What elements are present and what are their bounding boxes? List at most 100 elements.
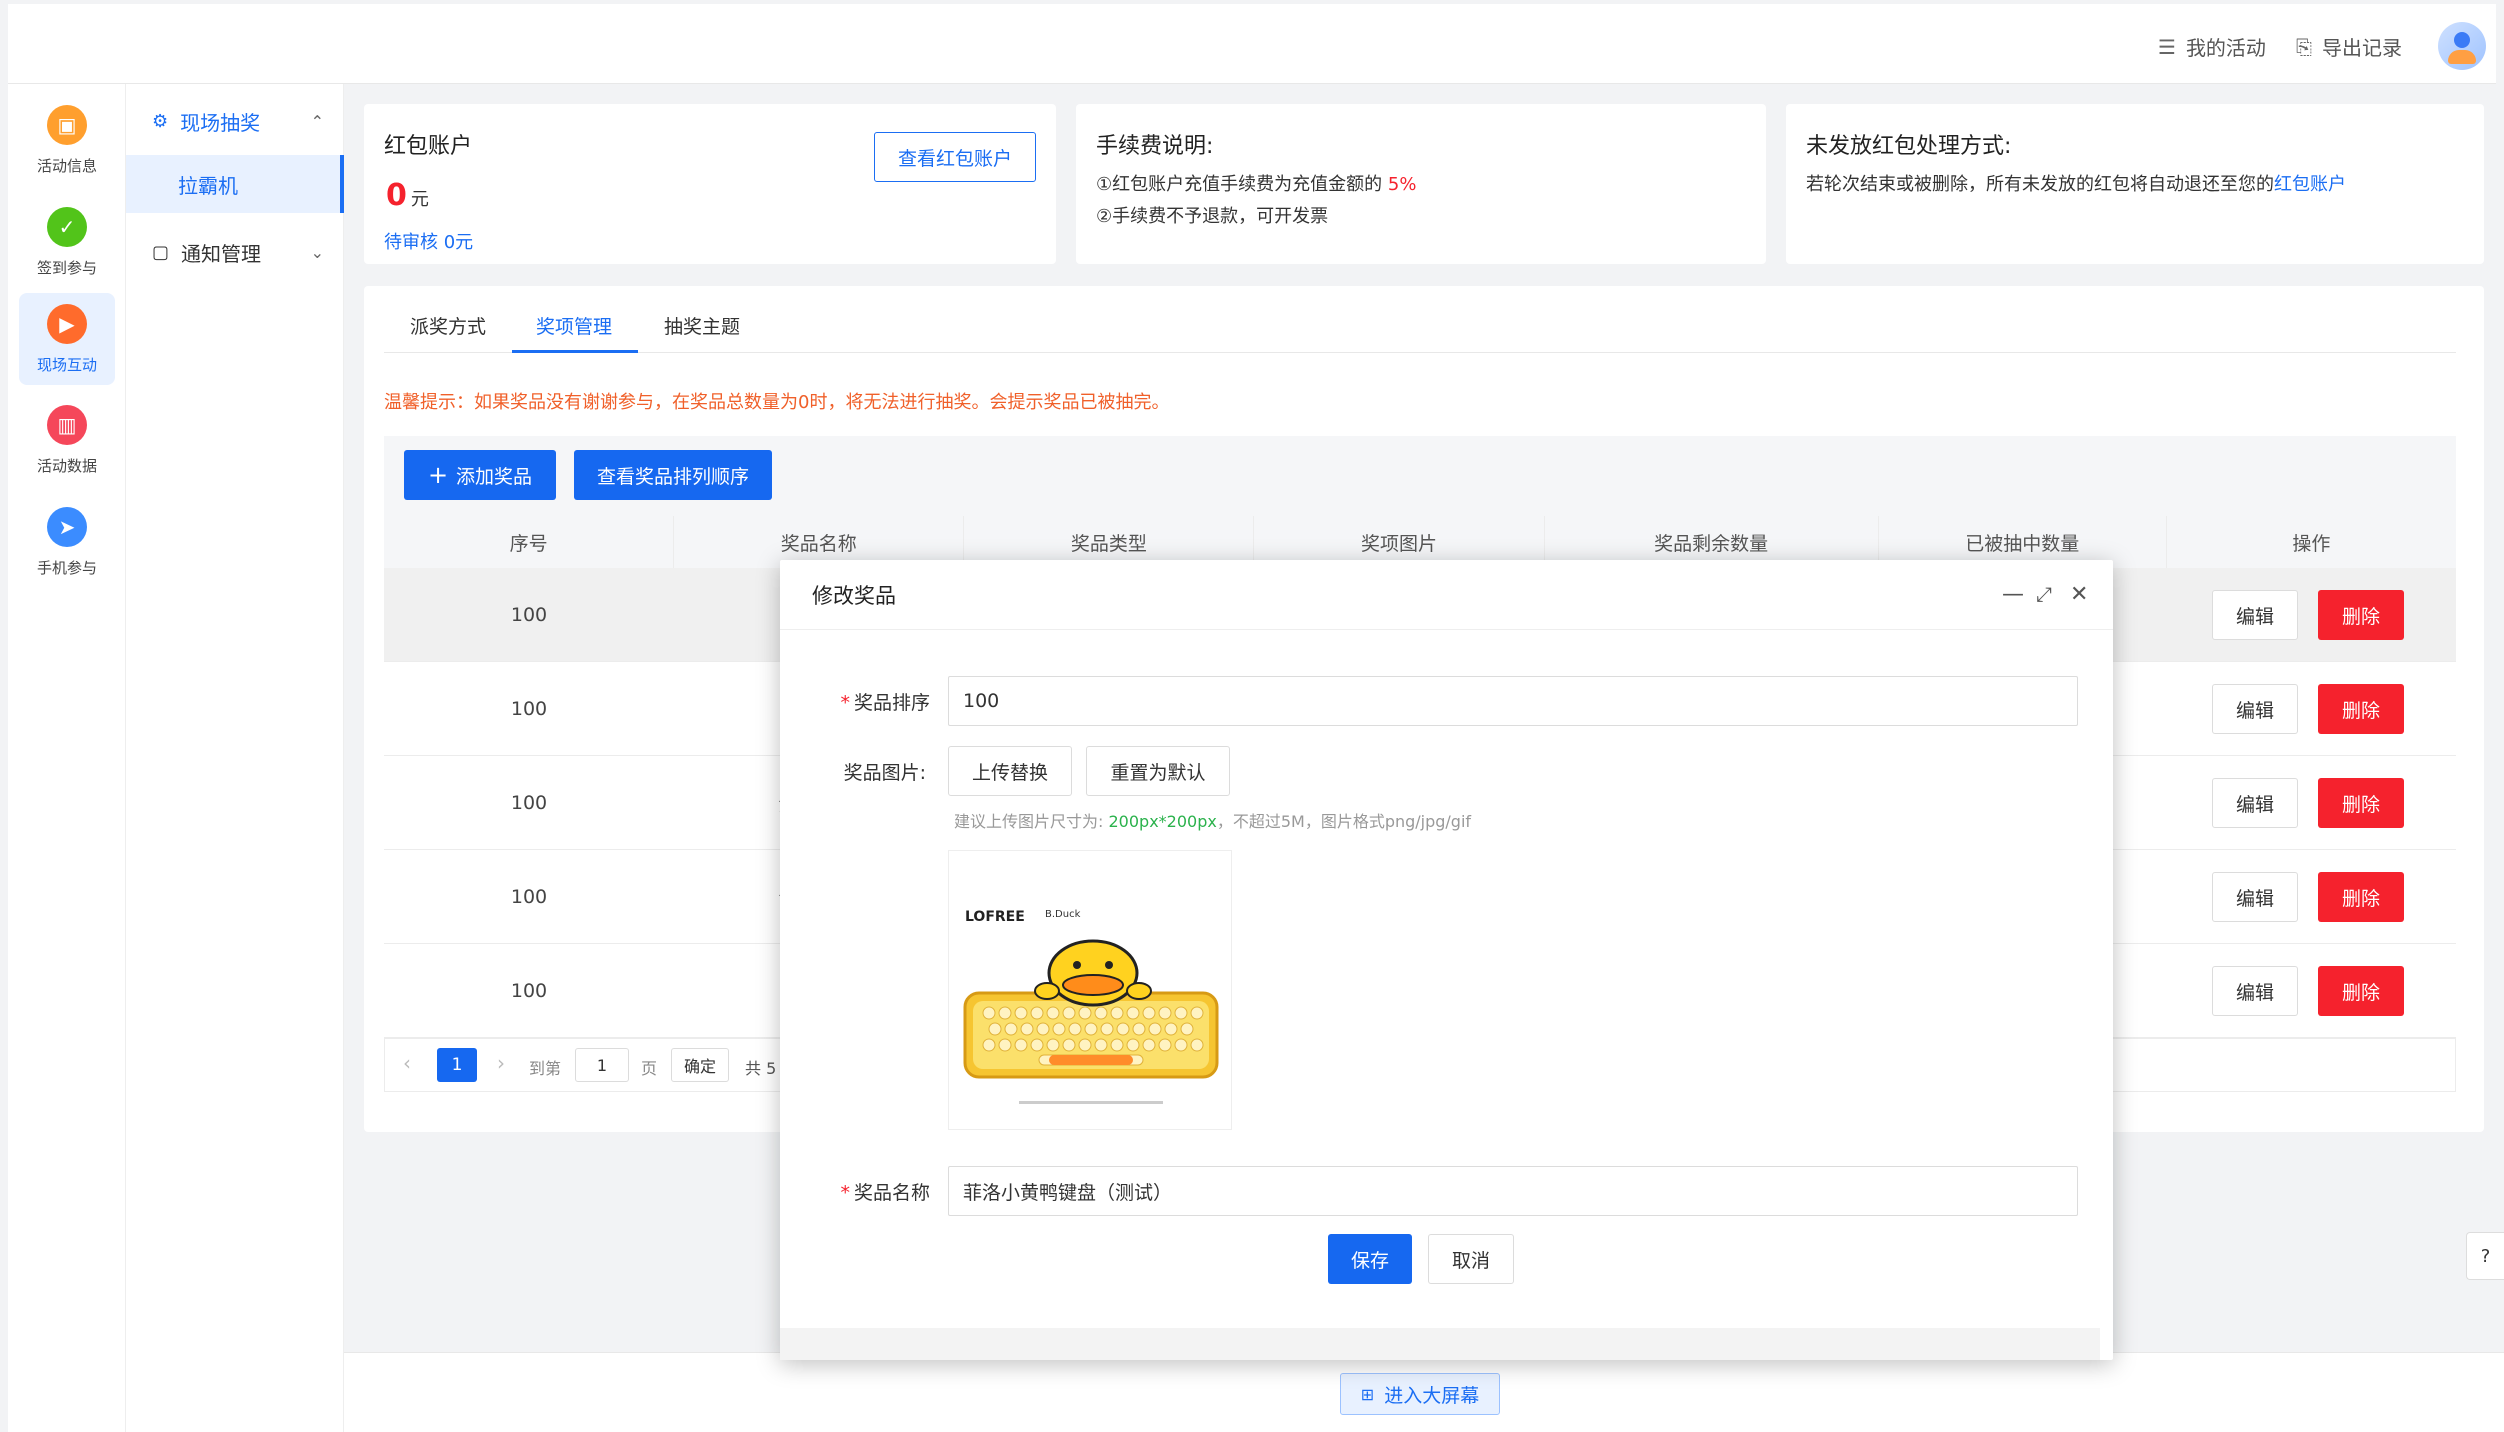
- edit-prize-modal: 修改奖品 — ⤢ ✕ * 奖品排序 100 奖品图片: 上传替换 重置为默认 建议…: [780, 560, 2113, 1360]
- hint-suffix: ，不超过5M，图片格式png/jpg/gif: [1216, 812, 1472, 831]
- chevron-down-icon: ⌄: [310, 242, 324, 262]
- order-label: * 奖品排序: [840, 692, 930, 714]
- cell-seq: 100: [510, 980, 548, 1002]
- upload-replace-button[interactable]: 上传替换: [948, 746, 1072, 796]
- col-actions: 操作: [2292, 532, 2331, 555]
- view-order-button[interactable]: 查看奖品排列顺序: [574, 450, 772, 500]
- help-icon[interactable]: ?: [2466, 1232, 2504, 1280]
- red-packet-account-card: 红包账户 0 元 待审核 0元 查看红包账户: [364, 104, 1056, 264]
- rail-item-checkin[interactable]: ✓ 签到参与: [19, 196, 115, 288]
- secondary-menu: ⚙ 现场抽奖 ⌃ 拉霸机 ▢ 通知管理 ⌄: [126, 84, 344, 1432]
- total-count: 共 5: [745, 1059, 777, 1078]
- plus-icon: +: [427, 461, 449, 489]
- account-amount: 0 元: [386, 178, 429, 213]
- card-icon: ▣: [47, 104, 87, 145]
- enter-big-screen-button[interactable]: ⊞ 进入大屏幕: [1340, 1373, 1500, 1415]
- brand2-text: B.Duck: [1045, 909, 1081, 920]
- card-title: 红包账户: [384, 134, 473, 159]
- rail-item-live-interaction[interactable]: ▶ 现场互动: [19, 293, 115, 385]
- menu-group-label: 现场抽奖: [180, 110, 261, 135]
- name-label: * 奖品名称: [840, 1182, 930, 1204]
- prev-page-icon[interactable]: ‹: [403, 1051, 411, 1075]
- my-activity-link[interactable]: ☰ 我的活动: [2158, 32, 2266, 61]
- delete-button[interactable]: 删除: [2318, 966, 2404, 1016]
- save-button[interactable]: 保存: [1328, 1234, 1412, 1284]
- delete-button[interactable]: 删除: [2318, 684, 2404, 734]
- fee-line-1-text: ①红包账户充值手续费为充值金额的: [1096, 174, 1383, 195]
- rail-label: 签到参与: [36, 258, 97, 277]
- chevron-up-icon: ⌃: [310, 111, 324, 131]
- page-unit: 页: [641, 1059, 658, 1078]
- footer-bar: ⊞ 进入大屏幕: [344, 1352, 2504, 1432]
- image-label: 奖品图片:: [843, 762, 926, 784]
- cancel-button[interactable]: 取消: [1428, 1234, 1514, 1284]
- goto-page-input[interactable]: 1: [575, 1048, 629, 1082]
- checkin-icon: ✓: [47, 206, 87, 247]
- goto-confirm-button[interactable]: 确定: [671, 1048, 729, 1082]
- red-packet-account-link[interactable]: 红包账户: [2274, 174, 2346, 195]
- undistributed-card: 未发放红包处理方式: 若轮次结束或被删除，所有未发放的红包将自动退还至您的红包账…: [1786, 104, 2484, 264]
- rail-item-mobile[interactable]: ➤ 手机参与: [19, 496, 115, 588]
- delete-button[interactable]: 删除: [2318, 590, 2404, 640]
- goto-label: 到第: [529, 1059, 562, 1078]
- warning-tip: 温馨提示：如果奖品没有谢谢参与，在奖品总数量为0时，将无法进行抽奖。会提示奖品已…: [384, 392, 1170, 413]
- paper-plane-icon: ➤: [47, 506, 87, 547]
- notification-icon: ▢: [152, 241, 170, 263]
- icon-rail: ▣ 活动信息 ✓ 签到参与 ▶ 现场互动 ▥ 活动数据 ➤ 手机参与: [8, 84, 126, 1432]
- maximize-icon[interactable]: ⤢: [2036, 582, 2052, 606]
- list-icon: ☰: [2158, 34, 2176, 59]
- amount-unit: 元: [410, 189, 429, 210]
- close-icon[interactable]: ✕: [2070, 582, 2088, 607]
- cell-seq: 100: [510, 604, 548, 626]
- order-input[interactable]: 100: [948, 676, 2078, 726]
- undistributed-text: 若轮次结束或被删除，所有未发放的红包将自动退还至您的红包账户: [1806, 170, 2346, 196]
- edit-button[interactable]: 编辑: [2212, 778, 2298, 828]
- modal-title: 修改奖品: [812, 583, 896, 608]
- edit-button[interactable]: 编辑: [2212, 590, 2298, 640]
- active-tab-indicator: [512, 350, 638, 353]
- modal-scroll-track[interactable]: [780, 1328, 2100, 1360]
- rail-label: 活动数据: [36, 456, 97, 475]
- edit-button[interactable]: 编辑: [2212, 872, 2298, 922]
- tab-award-method[interactable]: 派奖方式: [410, 312, 486, 339]
- toolbar: + 添加奖品 查看奖品排列顺序: [384, 436, 2456, 516]
- page-1-button[interactable]: 1: [437, 1048, 477, 1082]
- edit-button[interactable]: 编辑: [2212, 966, 2298, 1016]
- fee-line-1: ①红包账户充值手续费为充值金额的 5%: [1096, 170, 1416, 196]
- fee-card: 手续费说明: ①红包账户充值手续费为充值金额的 5% ②手续费不予退款，可开发票: [1076, 104, 1766, 264]
- edit-button[interactable]: 编辑: [2212, 684, 2298, 734]
- windows-icon: ⊞: [1360, 1384, 1375, 1404]
- my-activity-label: 我的活动: [2185, 36, 2266, 60]
- modal-header: 修改奖品: [780, 560, 2113, 630]
- add-prize-button[interactable]: + 添加奖品: [404, 450, 556, 500]
- big-screen-label: 进入大屏幕: [1384, 1384, 1480, 1407]
- avatar[interactable]: [2438, 22, 2486, 70]
- export-records-link[interactable]: ⎘ 导出记录: [2296, 32, 2402, 61]
- menu-item-label: 拉霸机: [178, 173, 238, 198]
- hint-prefix: 建议上传图片尺寸为:: [954, 812, 1104, 831]
- tab-prize-management[interactable]: 奖项管理: [536, 312, 612, 339]
- card-title: 手续费说明:: [1096, 134, 1214, 159]
- menu-group-notification[interactable]: ▢ 通知管理 ⌄: [126, 223, 344, 281]
- delete-button[interactable]: 删除: [2318, 778, 2404, 828]
- view-account-button[interactable]: 查看红包账户: [874, 132, 1036, 182]
- menu-group-live-lottery[interactable]: ⚙ 现场抽奖 ⌃: [126, 92, 344, 150]
- image-hint: 建议上传图片尺寸为: 200px*200px，不超过5M，图片格式png/jpg…: [954, 808, 1471, 832]
- cell-seq: 100: [510, 698, 548, 720]
- delete-button[interactable]: 删除: [2318, 872, 2404, 922]
- screen-play-icon: ▶: [47, 303, 87, 344]
- brand-text: LOFREE: [965, 909, 1025, 925]
- reset-default-button[interactable]: 重置为默认: [1086, 746, 1230, 796]
- gear-icon: ⚙: [152, 110, 169, 132]
- rail-item-activity-info[interactable]: ▣ 活动信息: [19, 94, 115, 186]
- next-page-icon[interactable]: ›: [497, 1051, 505, 1075]
- col-seq: 序号: [384, 516, 675, 568]
- prize-image-preview: LOFREE B.Duck: [948, 850, 1232, 1130]
- tab-lottery-theme[interactable]: 抽奖主题: [664, 312, 740, 339]
- export-icon: ⎘: [2296, 34, 2312, 59]
- minimize-icon[interactable]: —: [2002, 582, 2024, 607]
- bar-data-icon: ▥: [47, 404, 87, 445]
- menu-item-slot-machine[interactable]: 拉霸机: [126, 155, 344, 213]
- name-input[interactable]: 菲洛小黄鸭键盘（测试）: [948, 1166, 2078, 1216]
- rail-item-activity-data[interactable]: ▥ 活动数据: [19, 394, 115, 486]
